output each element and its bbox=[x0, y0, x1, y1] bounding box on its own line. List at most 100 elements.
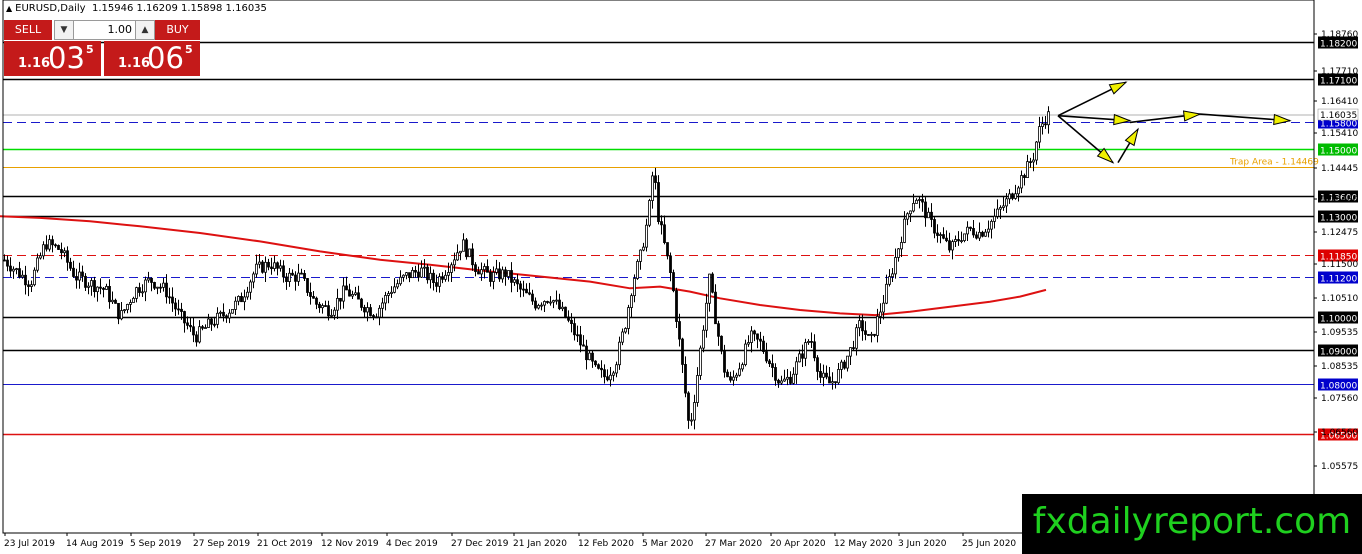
candle-body bbox=[129, 302, 132, 305]
collapse-triangle-icon[interactable]: ▲ bbox=[6, 4, 12, 13]
candle-body bbox=[174, 302, 177, 310]
candle-body bbox=[138, 287, 141, 293]
sell-price-button[interactable]: 1.16 03 5 bbox=[4, 41, 101, 76]
candle-body bbox=[753, 330, 756, 335]
candle-body bbox=[969, 226, 972, 229]
horizontal-levels: Trap Area - 1.14469 bbox=[3, 41, 1319, 436]
buy-button[interactable]: BUY bbox=[155, 20, 200, 40]
candle-body bbox=[852, 347, 855, 350]
candle-body bbox=[504, 269, 507, 277]
candle-body bbox=[276, 262, 279, 269]
candle-body bbox=[699, 347, 702, 376]
candle-body bbox=[966, 226, 969, 235]
candle-body bbox=[819, 371, 822, 378]
lot-decrease-icon[interactable]: ▼ bbox=[55, 21, 74, 39]
symbol-label: EURUSD,Daily bbox=[15, 3, 86, 14]
candle-body bbox=[690, 419, 693, 422]
candle-body bbox=[567, 316, 570, 321]
level-tag-label: 1.17100 bbox=[1320, 77, 1357, 87]
lot-size-stepper[interactable]: ▼ 1.00 ▲ bbox=[54, 20, 155, 40]
candle-body bbox=[612, 372, 615, 376]
candle-body bbox=[306, 278, 309, 293]
candle-body bbox=[960, 240, 963, 242]
one-click-trading-panel: SELL ▼ 1.00 ▲ BUY 1.16 03 5 1.16 06 5 bbox=[4, 20, 200, 76]
candle-body bbox=[771, 363, 774, 368]
candle-body bbox=[261, 261, 264, 273]
candle-body bbox=[1035, 141, 1038, 161]
candle-body bbox=[96, 286, 99, 293]
candle-body bbox=[426, 266, 429, 281]
y-tick-label: 1.06560 bbox=[1321, 428, 1358, 438]
candle-body bbox=[930, 211, 933, 220]
current-price-label: 1.16035 bbox=[1320, 111, 1357, 121]
candle-body bbox=[933, 219, 936, 234]
candle-body bbox=[309, 292, 312, 297]
candle-body bbox=[636, 261, 639, 279]
candle-body bbox=[675, 290, 678, 322]
candle-body bbox=[69, 261, 72, 269]
ohlc-values: 1.15946 1.16209 1.15898 1.16035 bbox=[91, 3, 267, 14]
moving-average bbox=[0, 215, 1047, 317]
candle-body bbox=[492, 271, 495, 282]
buy-price-fraction: 5 bbox=[185, 43, 193, 56]
candle-body bbox=[405, 272, 408, 276]
candle-body bbox=[36, 257, 39, 271]
lot-size-input[interactable]: 1.00 bbox=[75, 21, 133, 39]
sell-button[interactable]: SELL bbox=[4, 20, 52, 40]
candle-body bbox=[1005, 198, 1008, 207]
y-tick-label: 1.05575 bbox=[1321, 462, 1358, 472]
candle-body bbox=[381, 302, 384, 309]
candle-body bbox=[936, 232, 939, 236]
candle-body bbox=[441, 276, 444, 280]
candle-body bbox=[1008, 193, 1011, 200]
candle-body bbox=[66, 250, 69, 263]
x-tick-label: 27 Sep 2019 bbox=[193, 539, 250, 549]
candle-body bbox=[105, 286, 108, 290]
buy-price-pips: 06 bbox=[147, 41, 184, 75]
candle-body bbox=[366, 307, 369, 313]
candle-body bbox=[273, 262, 276, 269]
candle-body bbox=[714, 291, 717, 325]
candle-body bbox=[948, 240, 951, 251]
candle-body bbox=[54, 244, 57, 247]
candle-body bbox=[951, 241, 954, 251]
forecast-arrow-head bbox=[1113, 113, 1132, 126]
candle-body bbox=[27, 284, 30, 287]
candle-body bbox=[42, 244, 45, 257]
candle-body bbox=[894, 257, 897, 275]
candle-body bbox=[126, 303, 129, 311]
candle-body bbox=[615, 364, 618, 374]
candle-body bbox=[666, 242, 669, 257]
candle-body bbox=[78, 271, 81, 281]
lot-increase-icon[interactable]: ▲ bbox=[135, 21, 154, 39]
candle-body bbox=[375, 316, 378, 319]
candle-body bbox=[51, 239, 54, 246]
x-tick-label: 20 Apr 2020 bbox=[770, 539, 826, 549]
candle-body bbox=[846, 355, 849, 369]
candle-body bbox=[900, 242, 903, 250]
candle-body bbox=[474, 264, 477, 272]
candle-body bbox=[879, 311, 882, 317]
candle-body bbox=[300, 272, 303, 275]
candle-body bbox=[912, 202, 915, 212]
x-tick-label: 12 May 2020 bbox=[834, 539, 893, 549]
candle-body bbox=[432, 272, 435, 283]
candle-body bbox=[687, 392, 690, 421]
candle-body bbox=[399, 276, 402, 285]
candle-body bbox=[783, 378, 786, 382]
candle-body bbox=[579, 334, 582, 346]
buy-price-button[interactable]: 1.16 06 5 bbox=[104, 41, 200, 76]
price-chart: Trap Area - 1.14469 1.182001.171001.1580… bbox=[0, 0, 1358, 549]
candle-body bbox=[954, 239, 957, 242]
candle-body bbox=[471, 248, 474, 266]
candle-body bbox=[519, 283, 522, 290]
candle-body bbox=[117, 302, 120, 320]
candle-body bbox=[621, 331, 624, 343]
candle-body bbox=[213, 323, 216, 326]
candle-body bbox=[237, 296, 240, 302]
candle-body bbox=[180, 308, 183, 312]
candle-body bbox=[711, 273, 714, 293]
candle-body bbox=[600, 367, 603, 371]
candle-body bbox=[9, 265, 12, 272]
candle-body bbox=[294, 274, 297, 282]
